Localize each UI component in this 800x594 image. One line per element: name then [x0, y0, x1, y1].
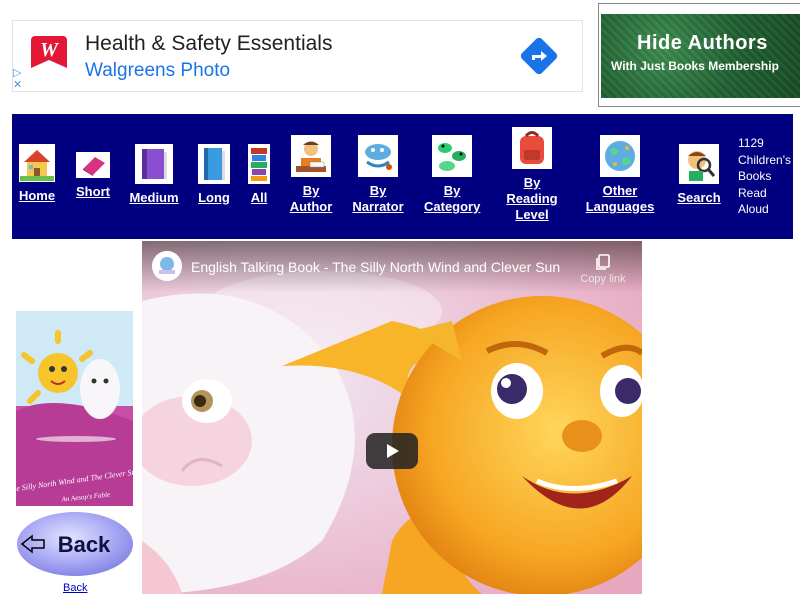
category-nav-bar: Home Short Medium Long All By Author By … [12, 114, 793, 239]
narrator-icon [358, 135, 398, 177]
magnifier-kid-icon [679, 144, 719, 184]
svg-text:W: W [40, 39, 59, 61]
nav-by-category-label: By Category [424, 183, 481, 214]
author-writing-icon [291, 135, 331, 177]
nav-by-narrator[interactable]: By Narrator [352, 135, 404, 215]
book-stack-icon [248, 144, 270, 184]
nav-long[interactable]: Long [196, 144, 232, 206]
close-icon[interactable]: ✕ [13, 79, 22, 91]
back-link[interactable]: Back [63, 582, 87, 594]
book-count-text: 1129 Children's Books Read Aloud [738, 136, 791, 216]
nav-by-narrator-label: By Narrator [352, 183, 404, 214]
ad-choices-icon[interactable]: ▷ ✕ [13, 67, 22, 91]
nav-medium-label: Medium [129, 190, 179, 205]
frogs-icon [432, 135, 472, 177]
globe-icon [600, 135, 640, 177]
nav-search[interactable]: Search [676, 144, 722, 206]
pink-book-icon [76, 152, 110, 178]
ad-title[interactable]: Health & Safety Essentials [85, 32, 332, 56]
nav-short[interactable]: Short [74, 152, 112, 200]
nav-home[interactable]: Home [18, 144, 56, 204]
back-button[interactable]: Back [16, 510, 134, 578]
ad-banner[interactable]: W Health & Safety Essentials Walgreens P… [12, 20, 583, 92]
ad-subtitle[interactable]: Walgreens Photo [85, 60, 230, 82]
video-title[interactable]: English Talking Book - The Silly North W… [191, 259, 560, 275]
blue-book-icon [198, 144, 230, 184]
house-icon [19, 144, 55, 182]
nav-other-languages-label: Other Languages [585, 183, 655, 214]
play-button-icon[interactable] [366, 433, 418, 469]
video-thumbnail [142, 241, 642, 594]
nav-other-languages[interactable]: Other Languages [584, 135, 656, 215]
nav-by-category[interactable]: By Category [424, 135, 480, 215]
video-player[interactable]: English Talking Book - The Silly North W… [142, 241, 642, 594]
membership-ad-subtitle: With Just Books Membership [611, 59, 779, 73]
backpack-icon [512, 127, 552, 169]
nav-medium[interactable]: Medium [128, 144, 180, 206]
book-cover-image: The Silly North Wind and The Clever Sun … [16, 311, 133, 506]
nav-by-reading-level-label: By Reading Level [506, 175, 558, 222]
nav-all[interactable]: All [248, 144, 270, 206]
nav-by-author-label: By Author [289, 183, 333, 214]
walgreens-logo-icon: W [31, 36, 67, 68]
ad-go-arrow-icon[interactable] [520, 37, 558, 75]
nav-by-reading-level[interactable]: By Reading Level [504, 127, 560, 223]
back-button-label: Back [58, 532, 111, 557]
nav-search-label: Search [677, 190, 721, 205]
membership-ad-title: Hide Authors [637, 32, 768, 54]
nav-by-author[interactable]: By Author [288, 135, 334, 215]
copy-link-label: Copy link [580, 273, 626, 285]
copy-icon [596, 254, 610, 270]
channel-avatar-icon[interactable] [152, 251, 182, 281]
membership-ad[interactable]: Hide Authors With Just Books Membership [598, 3, 800, 107]
nav-short-label: Short [76, 184, 110, 199]
membership-ad-panel[interactable]: Hide Authors With Just Books Membership [601, 14, 800, 98]
purple-book-icon [135, 144, 173, 184]
nav-long-label: Long [198, 190, 230, 205]
copy-link-button[interactable]: Copy link [578, 253, 628, 285]
nav-all-label: All [250, 190, 268, 205]
nav-home-label: Home [18, 188, 56, 203]
